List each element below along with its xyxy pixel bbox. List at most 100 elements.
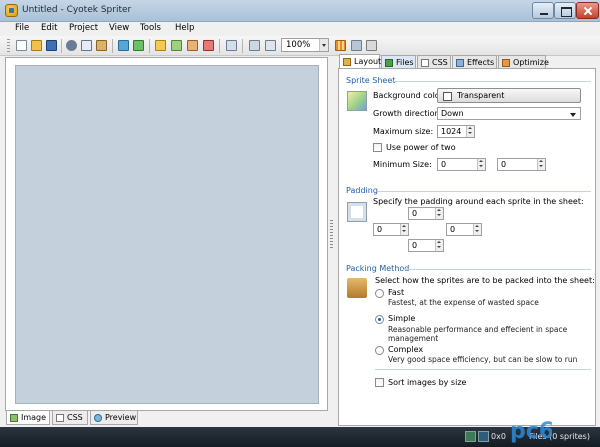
menu-project[interactable]: Project: [69, 23, 98, 33]
menu-edit[interactable]: Edit: [41, 23, 57, 33]
packing-complex-radio[interactable]: [375, 346, 384, 355]
stepper-arrows[interactable]: [466, 126, 474, 137]
tab-preview[interactable]: Preview: [90, 411, 138, 425]
padding-description: Specify the padding around each sprite i…: [373, 197, 584, 206]
zoom-select[interactable]: 100%: [281, 38, 329, 52]
box-icon: [347, 278, 367, 298]
cut-icon[interactable]: [64, 38, 79, 53]
packing-simple-description-continued: management: [388, 334, 439, 343]
sort-images-checkbox[interactable]: [375, 378, 384, 387]
tab-image-label: Image: [21, 413, 47, 422]
color-swatch: [443, 92, 452, 101]
tab-css[interactable]: CSS: [52, 411, 88, 425]
color-icon[interactable]: [364, 38, 379, 53]
stepper-arrows[interactable]: [400, 224, 408, 235]
tab-image[interactable]: Image: [6, 411, 50, 425]
stepper-arrows[interactable]: [435, 240, 443, 251]
close-button[interactable]: [576, 2, 599, 19]
tab-optimize-label: Optimize: [513, 58, 549, 67]
maximum-size-stepper[interactable]: 1024: [437, 125, 475, 138]
tab-layout-label: Layout: [354, 57, 382, 66]
preview-icon: [94, 414, 102, 422]
image-icon[interactable]: [185, 38, 200, 53]
open-icon[interactable]: [29, 38, 44, 53]
padding-bottom-value: 0: [412, 241, 418, 250]
minimum-height-value: 0: [501, 160, 507, 169]
minimize-button[interactable]: [532, 2, 554, 19]
padding-right-stepper[interactable]: 0: [446, 223, 482, 236]
menu-tools[interactable]: Tools: [140, 23, 161, 33]
background-color-button[interactable]: Transparent: [437, 88, 581, 103]
stepper-arrows[interactable]: [435, 208, 443, 219]
padding-top-value: 0: [412, 209, 418, 218]
section-divider: [375, 369, 591, 370]
minimum-size-label: Minimum Size:: [373, 160, 432, 169]
maximum-size-label: Maximum size:: [373, 127, 434, 136]
layout-icon: [343, 58, 351, 66]
tab-files[interactable]: Files: [381, 55, 416, 69]
tab-preview-label: Preview: [105, 413, 137, 422]
menu-view[interactable]: View: [109, 23, 129, 33]
grid-icon[interactable]: [333, 38, 348, 53]
maximize-button[interactable]: [554, 2, 576, 19]
sprite-canvas[interactable]: [15, 65, 319, 404]
minimum-width-stepper[interactable]: 0: [437, 158, 486, 171]
packing-complex-label: Complex: [388, 345, 424, 354]
tab-css-label: CSS: [67, 413, 83, 422]
tab-files-label: Files: [396, 58, 414, 67]
pack-icon[interactable]: [224, 38, 239, 53]
save-icon[interactable]: [44, 38, 59, 53]
tab-effects-label: Effects: [467, 58, 495, 67]
tab-optimize[interactable]: Optimize: [498, 55, 549, 69]
title-bar: Untitled - Cyotek Spriter: [0, 0, 600, 22]
remove-icon[interactable]: [201, 38, 216, 53]
section-title-padding: Padding: [346, 186, 378, 195]
background-color-label: Background color:: [373, 91, 446, 100]
preview-icon[interactable]: [263, 38, 278, 53]
menu-bar: File Edit Project View Tools Help: [0, 22, 600, 36]
tab-css-settings[interactable]: CSS: [417, 55, 451, 69]
panel-splitter[interactable]: [330, 220, 333, 250]
option-icon[interactable]: [349, 38, 364, 53]
tab-effects[interactable]: Effects: [452, 55, 497, 69]
growth-direction-select[interactable]: Down: [437, 107, 581, 120]
sprite-icon[interactable]: [153, 38, 168, 53]
packing-fast-radio[interactable]: [375, 289, 384, 298]
svg-text:pc6: pc6: [510, 419, 552, 444]
view-icon[interactable]: [247, 38, 262, 53]
paste-icon[interactable]: [94, 38, 109, 53]
minimum-height-stepper[interactable]: 0: [497, 158, 546, 171]
import-icon[interactable]: [116, 38, 131, 53]
image-icon: [10, 414, 18, 422]
padding-right-value: 0: [450, 225, 456, 234]
tab-css-settings-label: CSS: [432, 58, 448, 67]
section-title-sprite-sheet: Sprite Sheet: [346, 76, 396, 85]
toolbar-separator: [61, 39, 62, 53]
background-color-value: Transparent: [457, 91, 505, 100]
add-image-icon[interactable]: [169, 38, 184, 53]
stepper-arrows[interactable]: [473, 224, 481, 235]
section-divider: [377, 191, 591, 192]
toolbar-separator: [242, 39, 243, 53]
zoom-value: 100%: [286, 40, 311, 50]
padding-left-stepper[interactable]: 0: [373, 223, 409, 236]
padding-bottom-stepper[interactable]: 0: [408, 239, 444, 252]
export-icon[interactable]: [131, 38, 146, 53]
chevron-down-icon[interactable]: [319, 39, 328, 51]
copy-icon[interactable]: [79, 38, 94, 53]
packing-fast-description: Fastest, at the expense of wasted space: [388, 298, 539, 307]
stepper-arrows[interactable]: [537, 159, 545, 170]
padding-left-value: 0: [377, 225, 383, 234]
sprite-sheet-icon: [347, 91, 367, 111]
toolbar-separator: [112, 39, 113, 53]
padding-icon: [347, 202, 367, 222]
menu-file[interactable]: File: [15, 23, 29, 33]
css-icon: [56, 414, 64, 422]
menu-help[interactable]: Help: [175, 23, 194, 33]
use-power-of-two-checkbox[interactable]: [373, 143, 382, 152]
packing-simple-radio[interactable]: [375, 315, 384, 324]
padding-top-stepper[interactable]: 0: [408, 207, 444, 220]
stepper-arrows[interactable]: [477, 159, 485, 170]
toolbar-grip[interactable]: [7, 39, 10, 53]
new-icon[interactable]: [14, 38, 29, 53]
